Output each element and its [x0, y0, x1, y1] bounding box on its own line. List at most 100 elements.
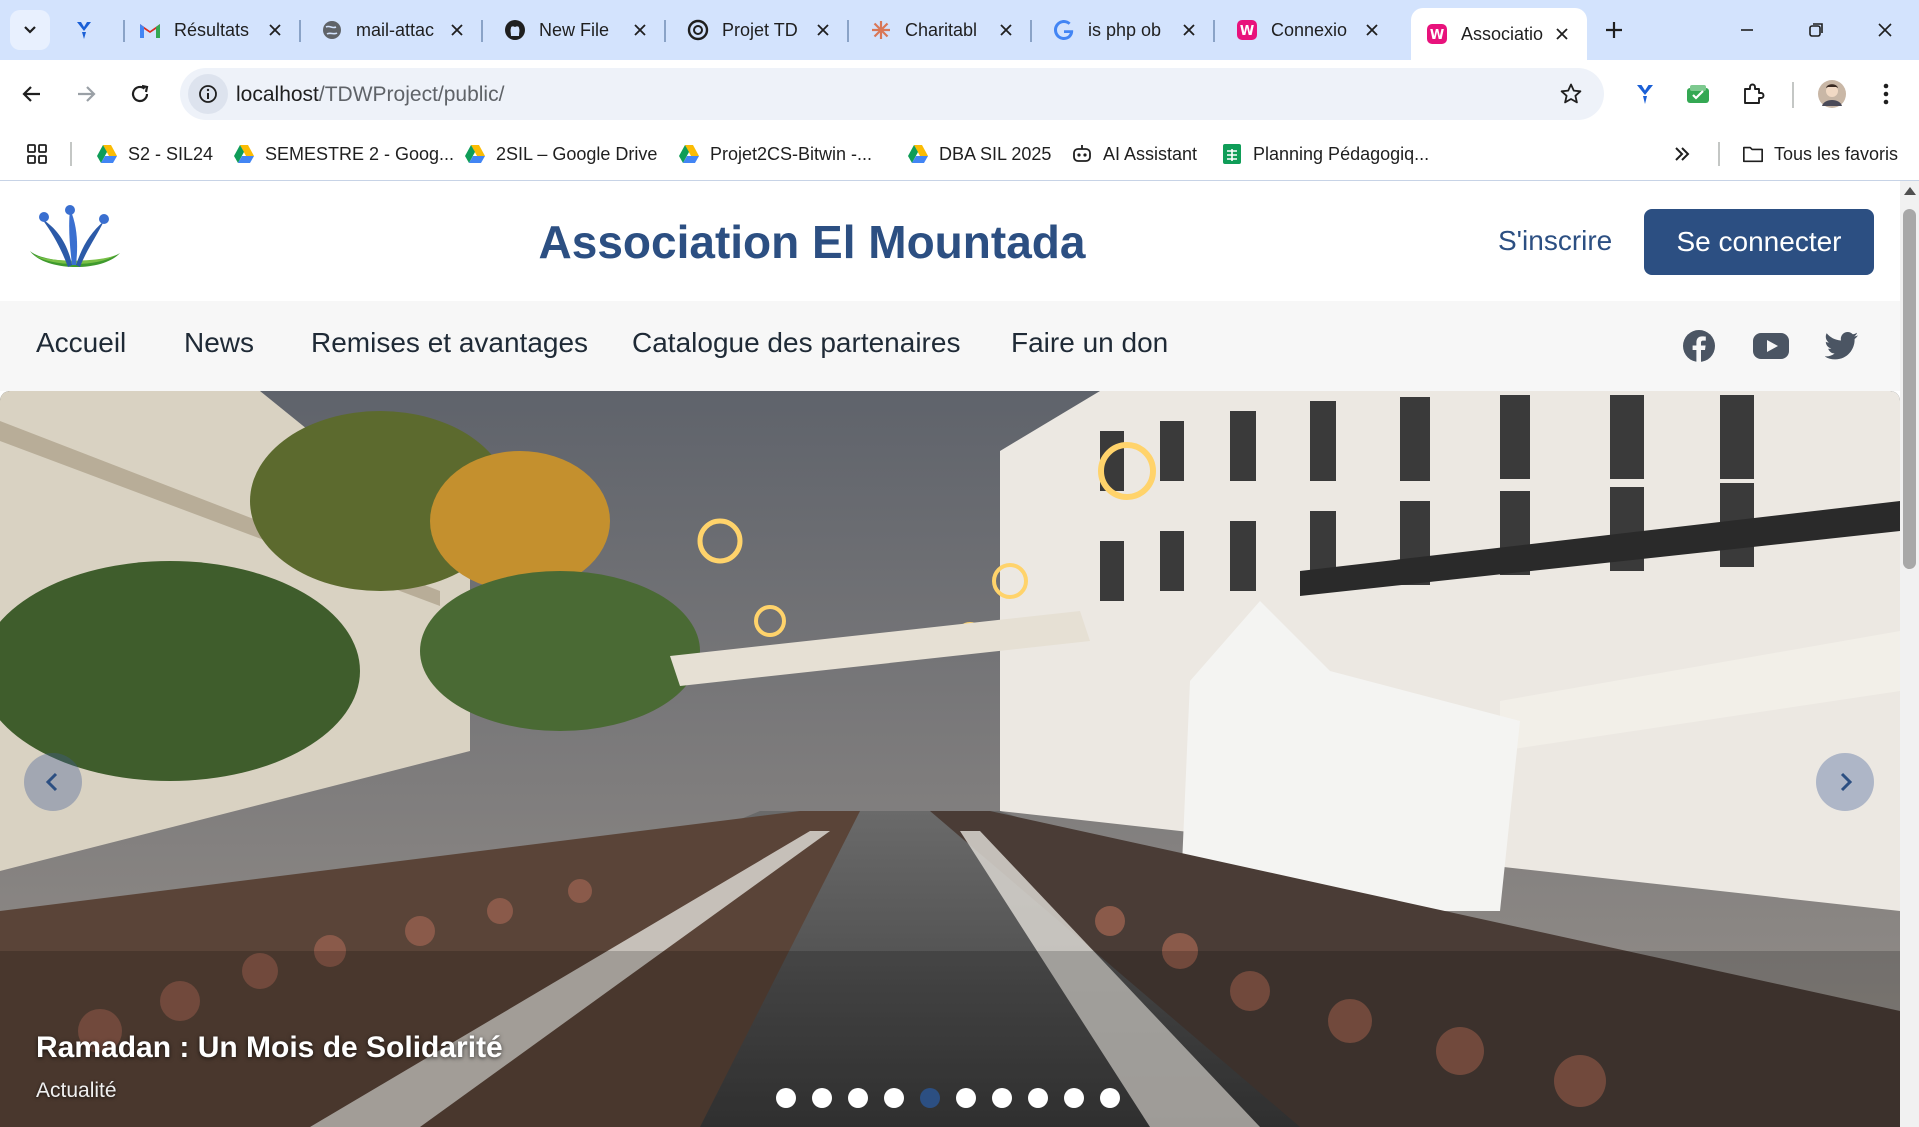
tab-6[interactable]: Charitabl — [855, 8, 1032, 52]
nav-don[interactable]: Faire un don — [1011, 327, 1168, 359]
toolbar-divider — [1792, 82, 1794, 108]
close-icon[interactable] — [446, 19, 468, 41]
nav-remises[interactable]: Remises et avantages — [311, 327, 588, 359]
bookmark-item[interactable]: AI Assistant — [1071, 140, 1197, 168]
carousel-dot[interactable] — [848, 1088, 868, 1108]
close-icon[interactable] — [264, 19, 286, 41]
bookmark-label: AI Assistant — [1103, 143, 1198, 164]
tab-search-button[interactable] — [10, 10, 50, 50]
nav-catalogue[interactable]: Catalogue des partenaires — [632, 327, 960, 359]
task-extension-button[interactable] — [1680, 76, 1716, 112]
bookmark-item[interactable]: S2 - SIL24 — [96, 140, 213, 168]
carousel-dot[interactable] — [1028, 1088, 1048, 1108]
apps-grid-icon — [27, 144, 47, 164]
login-button[interactable]: Se connecter — [1644, 209, 1874, 275]
carousel-next-button[interactable] — [1816, 753, 1874, 811]
bookmark-item[interactable]: 2SIL – Google Drive — [464, 140, 657, 168]
close-icon — [1878, 23, 1892, 37]
bookmark-item[interactable]: Planning Pédagogiq... — [1221, 140, 1429, 168]
scroll-up-arrow[interactable] — [1904, 187, 1916, 195]
carousel-indicators — [776, 1088, 1120, 1108]
arrow-right-icon — [78, 86, 96, 102]
lens-extension-button[interactable] — [1627, 76, 1663, 112]
carousel-dot[interactable] — [1064, 1088, 1084, 1108]
tab-5[interactable]: Projet TD — [672, 8, 849, 52]
drive-icon — [233, 143, 255, 165]
address-bar[interactable]: localhost/TDWProject/public/ — [180, 68, 1604, 120]
folder-icon — [1742, 143, 1764, 165]
minimize-button[interactable] — [1731, 14, 1763, 46]
page-scrollbar[interactable] — [1900, 181, 1919, 1127]
gmail-icon — [138, 18, 162, 42]
new-tab-button[interactable] — [1596, 12, 1632, 48]
hero-caption-title[interactable]: Ramadan : Un Mois de Solidarité — [36, 1031, 503, 1065]
bookmark-item[interactable]: SEMESTRE 2 - Goog... — [233, 140, 454, 168]
signup-link[interactable]: S'inscrire — [1498, 225, 1612, 257]
nav-news[interactable]: News — [184, 327, 254, 359]
tab-title: mail-attac — [356, 19, 435, 40]
site-icon: W — [1425, 22, 1449, 46]
restore-icon — [1809, 23, 1823, 37]
carousel-dot[interactable] — [992, 1088, 1012, 1108]
bookmark-item[interactable]: DBA SIL 2025 — [907, 140, 1051, 168]
facebook-link[interactable] — [1678, 325, 1720, 367]
browser-toolbar: localhost/TDWProject/public/ — [0, 60, 1919, 128]
tab-title: Résultats — [174, 19, 250, 40]
carousel-dot[interactable] — [920, 1088, 940, 1108]
tab-title: Charitabl — [905, 19, 978, 40]
close-icon[interactable] — [812, 19, 834, 41]
bookmark-star-button[interactable] — [1558, 81, 1584, 107]
hero-carousel[interactable]: Ramadan : Un Mois de Solidarité Actualit… — [0, 391, 1900, 1127]
extensions-button[interactable] — [1735, 76, 1771, 112]
close-icon[interactable] — [629, 19, 651, 41]
site-info-button[interactable] — [188, 74, 228, 114]
close-icon[interactable] — [1178, 19, 1200, 41]
close-window-button[interactable] — [1869, 14, 1901, 46]
tab-2[interactable]: Résultats — [124, 8, 301, 52]
carousel-dot[interactable] — [884, 1088, 904, 1108]
tab-title: Associatio — [1461, 23, 1543, 44]
carousel-dot[interactable] — [1100, 1088, 1120, 1108]
tab-strip: Résultats mail-attac New File Projet TD … — [0, 0, 1919, 60]
close-icon[interactable] — [1551, 23, 1573, 45]
tab-1[interactable] — [58, 8, 125, 52]
site-title: Association El Mountada — [538, 216, 1086, 268]
twitter-link[interactable] — [1821, 325, 1863, 367]
close-icon[interactable] — [995, 19, 1017, 41]
tab-title: Projet TD — [722, 19, 798, 40]
carousel-prev-button[interactable] — [24, 753, 82, 811]
tab-title: Connexio — [1271, 19, 1348, 40]
double-chevron-right-icon — [1675, 147, 1690, 161]
puzzle-icon — [1744, 83, 1765, 104]
url-text[interactable]: localhost/TDWProject/public/ — [236, 83, 504, 107]
youtube-link[interactable] — [1750, 325, 1792, 367]
restore-button[interactable] — [1800, 14, 1832, 46]
info-icon — [199, 85, 217, 103]
apps-button[interactable] — [26, 140, 48, 168]
profile-button[interactable] — [1814, 76, 1850, 112]
carousel-dot[interactable] — [812, 1088, 832, 1108]
more-bookmarks-button[interactable] — [1672, 140, 1692, 168]
scrollbar-thumb[interactable] — [1903, 209, 1916, 569]
bookmark-item[interactable]: Projet2CS-Bitwin -... — [678, 140, 872, 168]
browser-menu-button[interactable] — [1868, 76, 1904, 112]
tab-3[interactable]: mail-attac — [306, 8, 483, 52]
carousel-dot[interactable] — [776, 1088, 796, 1108]
twitter-icon — [1825, 332, 1858, 360]
drive-icon — [678, 143, 700, 165]
tab-8[interactable]: W Connexio — [1221, 8, 1397, 52]
reload-button[interactable] — [120, 74, 160, 114]
forward-button[interactable] — [66, 74, 106, 114]
tab-4[interactable]: New File — [489, 8, 666, 52]
lens-icon — [72, 18, 96, 42]
chatgpt-icon — [686, 18, 710, 42]
all-bookmarks-folder[interactable]: Tous les favoris — [1742, 140, 1898, 168]
tab-7[interactable]: is php ob — [1038, 8, 1215, 52]
reload-icon — [131, 84, 149, 103]
carousel-dot[interactable] — [956, 1088, 976, 1108]
close-icon[interactable] — [1361, 19, 1383, 41]
tab-9-active[interactable]: W Associatio — [1411, 8, 1587, 60]
back-button[interactable] — [12, 74, 52, 114]
nav-accueil[interactable]: Accueil — [36, 327, 126, 359]
facebook-icon — [1683, 330, 1715, 362]
